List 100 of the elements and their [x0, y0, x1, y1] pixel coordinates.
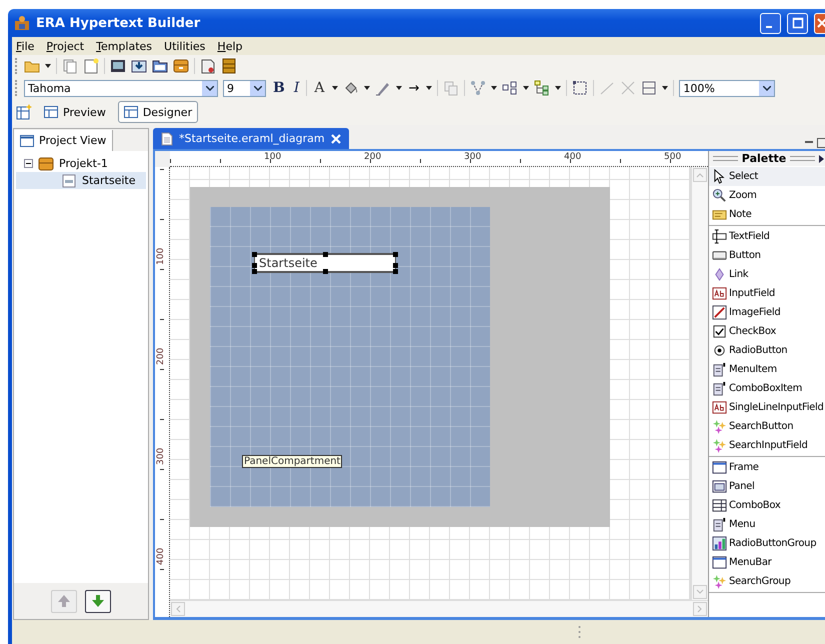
- font-size-dropdown[interactable]: 9: [223, 80, 266, 96]
- new-page-icon[interactable]: [83, 58, 99, 74]
- up-arrow-icon: [56, 593, 72, 609]
- chevron-icon: [762, 86, 771, 90]
- panel-shape[interactable]: Startseite PanelCompartment: [210, 207, 490, 507]
- app-icon: [14, 15, 30, 31]
- chevron-icon: [254, 86, 262, 90]
- palette-item[interactable]: Note: [709, 205, 825, 224]
- caret-icon[interactable]: [364, 86, 370, 90]
- palette-item[interactable]: MenuBar: [709, 553, 825, 572]
- horizontal-ruler: 100 200 300 400 500: [170, 151, 708, 167]
- palette-item[interactable]: SearchInputField: [709, 436, 825, 455]
- collapse-arrow-icon[interactable]: [819, 154, 824, 162]
- image-icon[interactable]: [110, 58, 126, 74]
- list-icon: [712, 498, 727, 513]
- frame-shape[interactable]: Startseite PanelCompartment: [190, 187, 610, 527]
- window-title: ERA Hypertext Builder: [36, 16, 200, 30]
- view-tab[interactable]: Designer: [118, 101, 198, 123]
- folder-icon[interactable]: [152, 58, 168, 74]
- pen-icon[interactable]: [374, 80, 390, 96]
- caret-icon[interactable]: [523, 86, 530, 90]
- pencil-icon: [712, 305, 727, 320]
- paint-bucket-icon[interactable]: [342, 80, 358, 96]
- palette-item[interactable]: RadioButtonGroup: [709, 534, 825, 553]
- minimize-icon: [766, 26, 772, 28]
- palette-item[interactable]: Zoom: [709, 186, 825, 205]
- tree-item[interactable]: Projekt-1: [59, 157, 108, 170]
- caret-icon[interactable]: [555, 86, 562, 90]
- cabinet-icon[interactable]: [221, 58, 237, 74]
- drawer-icon: [38, 156, 54, 172]
- palette-item[interactable]: RadioButton: [709, 341, 825, 360]
- import-icon[interactable]: [131, 58, 147, 74]
- bold-button[interactable]: B: [271, 80, 287, 96]
- window-icon: [20, 134, 34, 146]
- palette-item[interactable]: Menu: [709, 515, 825, 534]
- project-view-tab[interactable]: Project View: [14, 130, 114, 151]
- maximize-button[interactable]: [787, 12, 808, 34]
- window-icon: [712, 555, 727, 570]
- palette-item[interactable]: Button: [709, 246, 825, 265]
- caret-icon[interactable]: [491, 86, 498, 90]
- grip-icon[interactable]: [578, 625, 581, 639]
- palette-item[interactable]: CheckBox: [709, 322, 825, 341]
- caret-icon[interactable]: [662, 86, 668, 90]
- close-button[interactable]: [814, 12, 825, 34]
- menu-heading[interactable]: File: [15, 40, 36, 52]
- palette-item[interactable]: ComboBox: [709, 496, 825, 515]
- text-cursor-icon: [712, 229, 727, 244]
- palette-item[interactable]: SearchGroup: [709, 572, 825, 591]
- move-down-button[interactable]: [85, 590, 111, 612]
- connector-button[interactable]: →: [406, 80, 422, 96]
- zoom-dropdown[interactable]: 100%: [679, 80, 776, 96]
- caret-icon[interactable]: [426, 86, 432, 90]
- font-color-button[interactable]: A: [312, 80, 326, 96]
- minimize-button[interactable]: [760, 12, 781, 34]
- menu-heading[interactable]: Help: [216, 40, 244, 52]
- table-icon: [44, 106, 58, 118]
- italic-button[interactable]: I: [292, 80, 302, 96]
- menu-heading[interactable]: Utilities: [163, 40, 206, 52]
- text-box-icon: [712, 400, 727, 415]
- menu-item-icon: [712, 381, 727, 396]
- align-icon[interactable]: [502, 80, 518, 96]
- split-icon[interactable]: [641, 80, 658, 96]
- drawer-icon[interactable]: [173, 58, 189, 74]
- compartment-label: PanelCompartment: [242, 455, 342, 468]
- palette-item[interactable]: ComboBoxItem: [709, 379, 825, 398]
- palette-title: Palette: [742, 152, 786, 165]
- palette-item[interactable]: Select: [709, 167, 825, 186]
- tree-item[interactable]: Startseite: [16, 172, 146, 189]
- palette-item[interactable]: SearchButton: [709, 417, 825, 436]
- new-window-icon[interactable]: [16, 104, 32, 120]
- collapse-icon[interactable]: [24, 159, 33, 168]
- tree-layout-icon[interactable]: [534, 80, 550, 96]
- palette-item[interactable]: SingleLineInputField: [709, 398, 825, 417]
- ruler-corner: [155, 151, 170, 167]
- caret-icon[interactable]: [332, 86, 338, 90]
- palette-item[interactable]: Link: [709, 265, 825, 284]
- caret-icon[interactable]: [396, 86, 402, 90]
- pages-icon[interactable]: [62, 58, 78, 74]
- palette-item[interactable]: MenuItem: [709, 360, 825, 379]
- font-dropdown[interactable]: Tahoma: [24, 80, 218, 96]
- close-icon[interactable]: [330, 134, 341, 144]
- palette-item[interactable]: ImageField: [709, 303, 825, 322]
- view-tab[interactable]: Preview: [38, 101, 112, 123]
- editor-tab[interactable]: *Startseite.eraml_diagram: [153, 128, 349, 149]
- view-controls-icon[interactable]: [804, 137, 825, 149]
- sparkle-icon: [712, 438, 727, 453]
- select-frame-icon[interactable]: [572, 80, 588, 96]
- menu-item-icon: [712, 517, 727, 532]
- palette-item[interactable]: TextField: [709, 227, 825, 246]
- palette-item[interactable]: Panel: [709, 477, 825, 496]
- palette-item[interactable]: Frame: [709, 458, 825, 477]
- nodes-icon[interactable]: [470, 80, 486, 96]
- palette-item[interactable]: InputField: [709, 284, 825, 303]
- caret-icon[interactable]: [45, 64, 51, 68]
- text-field-shape[interactable]: Startseite: [254, 253, 396, 273]
- cursor-icon: [712, 169, 727, 184]
- text-box-icon: [712, 286, 727, 301]
- menu-heading[interactable]: Templates: [95, 40, 154, 52]
- menu-heading[interactable]: Project: [45, 40, 86, 52]
- document-icon[interactable]: [200, 58, 216, 74]
